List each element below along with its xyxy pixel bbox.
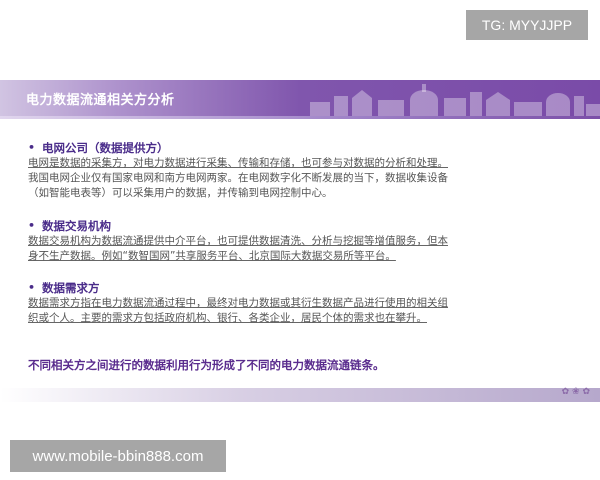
bullet-icon: • [28, 219, 36, 232]
section-data-demander: • 数据需求方 数据需求方指在电力数据流通过程中，最终对电力数据或其衍生数据产品… [28, 280, 548, 326]
body-line: 身不生产数据。例如“数智国网”共享服务平台、北京国际大数据交易所等平台。 [28, 250, 396, 262]
bullet-icon: • [28, 281, 36, 294]
slide: 电力数据流通相关方分析 • 电网公司（数据提供方） 电网是数据的采集方，对电力数… [0, 80, 600, 402]
slide-header: 电力数据流通相关方分析 [0, 80, 600, 116]
body-line: 电网是数据的采集方，对电力数据进行采集、传输和存储，也可参与对数据的分析和处理。 [28, 157, 448, 169]
body-line: 数据需求方指在电力数据流通过程中，最终对电力数据或其衍生数据产品进行使用的相关组 [28, 297, 448, 309]
body-line: 数据交易机构为数据流通提供中介平台，也可提供数据清洗、分析与挖掘等增值服务，但本 [28, 235, 448, 247]
section-grid-company: • 电网公司（数据提供方） 电网是数据的采集方，对电力数据进行采集、传输和存储，… [28, 140, 548, 201]
section-trading-institution: • 数据交易机构 数据交易机构为数据流通提供中介平台，也可提供数据清洗、分析与挖… [28, 218, 548, 264]
conclusion-text: 不同相关方之间进行的数据利用行为形成了不同的电力数据流通链条。 [28, 358, 385, 372]
section-heading: • 数据需求方 [28, 281, 100, 295]
slide-footer [0, 388, 600, 402]
bullet-icon: • [28, 141, 36, 154]
slide-title: 电力数据流通相关方分析 [26, 93, 175, 108]
watermark-top: TG: MYYJJPP [466, 10, 588, 40]
section-heading: • 数据交易机构 [28, 219, 111, 233]
body-line: 我国电网企业仅有国家电网和南方电网两家。在电网数字化不断发展的当下，数据收集设备 [28, 172, 448, 184]
body-line: 织或个人。主要的需求方包括政府机构、银行、各类企业，居民个体的需求也在攀升。 [28, 312, 427, 324]
campus-skyline-icon [310, 84, 600, 116]
watermark-bottom: www.mobile-bbin888.com [10, 440, 226, 472]
body-line: （如智能电表等）可以采集用户的数据，并传输到电网控制中心。 [28, 187, 333, 199]
university-logo-icon: ✿ ❀ ✿ [561, 387, 590, 397]
section-heading: • 电网公司（数据提供方） [28, 141, 169, 155]
header-divider [0, 116, 600, 119]
